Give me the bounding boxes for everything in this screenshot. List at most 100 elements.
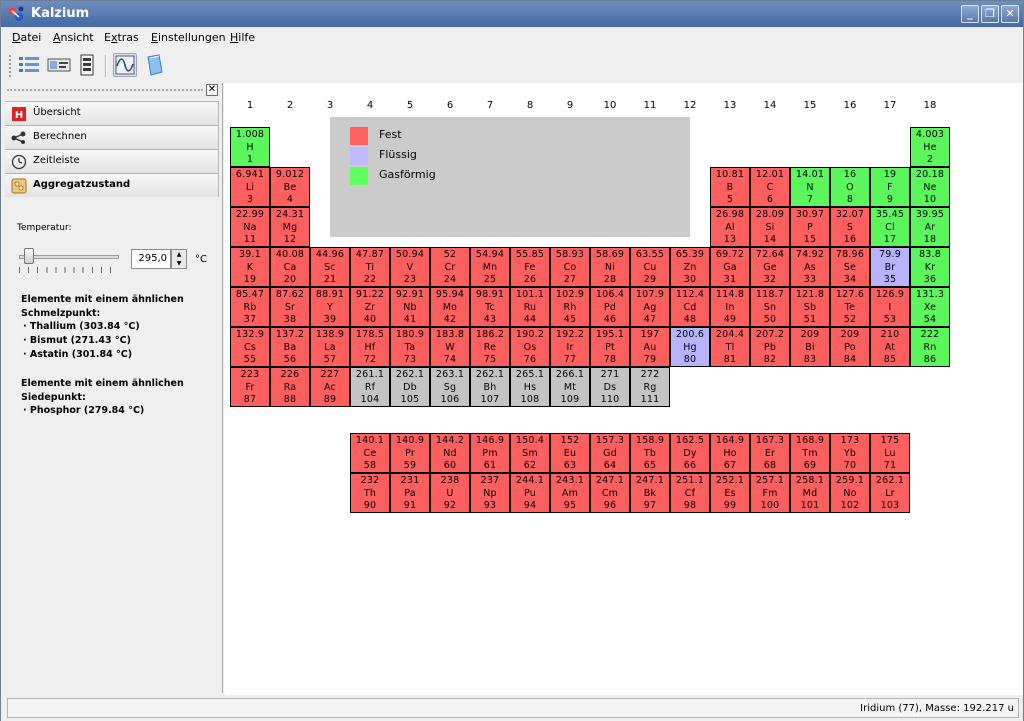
element-cell-kr[interactable]: 83.8 Kr 36 [910,247,950,287]
element-cell-cs[interactable]: 132.9 Cs 55 [230,327,270,367]
sidebar-grip[interactable] [7,89,203,93]
element-cell-y[interactable]: 88.91 Y 39 [310,287,350,327]
element-cell-mt[interactable]: 266.1 Mt 109 [550,367,590,407]
spin-down-icon[interactable]: ▼ [172,259,186,268]
element-cell-eu[interactable]: 152 Eu 63 [550,433,590,473]
element-cell-ga[interactable]: 69.72 Ga 31 [710,247,750,287]
sidebar-tab-overview[interactable]: H Übersicht [5,101,219,125]
menu-extras[interactable]: Extras [104,31,139,44]
menu-ansicht[interactable]: Ansicht [53,31,94,44]
element-cell-ni[interactable]: 58.69 Ni 28 [590,247,630,287]
element-cell-yb[interactable]: 173 Yb 70 [830,433,870,473]
element-cell-ba[interactable]: 137.2 Ba 56 [270,327,310,367]
element-cell-as[interactable]: 74.92 As 33 [790,247,830,287]
element-cell-cr[interactable]: 52 Cr 24 [430,247,470,287]
element-cell-b[interactable]: 10.81 B 5 [710,167,750,207]
element-cell-au[interactable]: 197 Au 79 [630,327,670,367]
element-cell-md[interactable]: 258.1 Md 101 [790,473,830,513]
element-cell-p[interactable]: 30.97 P 15 [790,207,830,247]
element-cell-tc[interactable]: 98.91 Tc 43 [470,287,510,327]
element-cell-pt[interactable]: 195.1 Pt 78 [590,327,630,367]
element-cell-sb[interactable]: 121.8 Sb 51 [790,287,830,327]
element-cell-cl[interactable]: 35.45 Cl 17 [870,207,910,247]
element-cell-er[interactable]: 167.3 Er 68 [750,433,790,473]
element-cell-rb[interactable]: 85.47 Rb 37 [230,287,270,327]
element-cell-ru[interactable]: 101.1 Ru 44 [510,287,550,327]
element-cell-be[interactable]: 9.012 Be 4 [270,167,310,207]
element-cell-pd[interactable]: 106.4 Pd 46 [590,287,630,327]
element-cell-ce[interactable]: 140.1 Ce 58 [350,433,390,473]
toolbar-grip[interactable] [9,55,13,77]
element-cell-te[interactable]: 127.6 Te 52 [830,287,870,327]
sidebar-tab-calculate[interactable]: Berechnen [5,125,219,149]
sidebar-close-icon[interactable]: ✕ [206,84,218,96]
element-cell-rh[interactable]: 102.9 Rh 45 [550,287,590,327]
element-cell-th[interactable]: 232 Th 90 [350,473,390,513]
glossary-icon[interactable] [143,53,167,77]
element-cell-h[interactable]: 1.008 H 1 [230,127,270,167]
element-cell-i[interactable]: 126.9 I 53 [870,287,910,327]
element-cell-la[interactable]: 138.9 La 57 [310,327,350,367]
temperature-input[interactable]: 295,0 [131,249,171,269]
sidebar-tab-state-of-matter[interactable]: Aggregatzustand [5,173,219,197]
temperature-slider-track[interactable] [19,255,119,259]
element-cell-hf[interactable]: 178.5 Hf 72 [350,327,390,367]
element-cell-cm[interactable]: 247.1 Cm 96 [590,473,630,513]
element-cell-u[interactable]: 238 U 92 [430,473,470,513]
element-cell-os[interactable]: 190.2 Os 76 [510,327,550,367]
title-bar[interactable]: Kalzium _ ❐ ✕ [1,1,1023,27]
element-cell-se[interactable]: 78.96 Se 34 [830,247,870,287]
element-cell-es[interactable]: 252.1 Es 99 [710,473,750,513]
element-cell-gd[interactable]: 157.3 Gd 64 [590,433,630,473]
element-cell-ho[interactable]: 164.9 Ho 67 [710,433,750,473]
close-window-button[interactable]: ✕ [1001,5,1019,23]
element-cell-al[interactable]: 26.98 Al 13 [710,207,750,247]
element-cell-o[interactable]: 16 O 8 [830,167,870,207]
element-cell-sm[interactable]: 150.4 Sm 62 [510,433,550,473]
details-panel-icon[interactable] [75,53,99,77]
element-cell-pm[interactable]: 146.9 Pm 61 [470,433,510,473]
element-cell-ag[interactable]: 107.9 Ag 47 [630,287,670,327]
element-cell-pr[interactable]: 140.9 Pr 59 [390,433,430,473]
element-cell-bh[interactable]: 262.1 Bh 107 [470,367,510,407]
element-cell-k[interactable]: 39.1 K 19 [230,247,270,287]
element-cell-hs[interactable]: 265.1 Hs 108 [510,367,550,407]
element-cell-cu[interactable]: 63.55 Cu 29 [630,247,670,287]
element-cell-tb[interactable]: 158.9 Tb 65 [630,433,670,473]
element-cell-sg[interactable]: 263.1 Sg 106 [430,367,470,407]
element-cell-cf[interactable]: 251.1 Cf 98 [670,473,710,513]
element-cell-co[interactable]: 58.93 Co 27 [550,247,590,287]
maximize-button[interactable]: ❐ [981,5,999,23]
minimize-button[interactable]: _ [961,5,979,23]
element-cell-ne[interactable]: 20.18 Ne 10 [910,167,950,207]
sidebar-tab-timeline[interactable]: Zeitleiste [5,149,219,173]
element-cell-s[interactable]: 32.07 S 16 [830,207,870,247]
element-cell-pa[interactable]: 231 Pa 91 [390,473,430,513]
element-cell-hg[interactable]: 200.6 Hg 80 [670,327,710,367]
element-cell-w[interactable]: 183.8 W 74 [430,327,470,367]
element-cell-br[interactable]: 79.9 Br 35 [870,247,910,287]
element-cell-ta[interactable]: 180.9 Ta 73 [390,327,430,367]
menu-einstellungen[interactable]: Einstellungen [151,31,226,44]
element-cell-v[interactable]: 50.94 V 23 [390,247,430,287]
element-cell-lu[interactable]: 175 Lu 71 [870,433,910,473]
element-cell-po[interactable]: 209 Po 84 [830,327,870,367]
card-view-icon[interactable] [47,53,71,77]
element-cell-pu[interactable]: 244.1 Pu 94 [510,473,550,513]
element-cell-re[interactable]: 186.2 Re 75 [470,327,510,367]
temperature-slider-handle[interactable] [24,248,34,264]
element-cell-pb[interactable]: 207.2 Pb 82 [750,327,790,367]
element-cell-fe[interactable]: 55.85 Fe 26 [510,247,550,287]
element-cell-ac[interactable]: 227 Ac 89 [310,367,350,407]
element-cell-fm[interactable]: 257.1 Fm 100 [750,473,790,513]
element-cell-np[interactable]: 237 Np 93 [470,473,510,513]
element-cell-ti[interactable]: 47.87 Ti 22 [350,247,390,287]
menu-hilfe[interactable]: Hilfe [230,31,255,44]
element-cell-zr[interactable]: 91.22 Zr 40 [350,287,390,327]
element-cell-mg[interactable]: 24.31 Mg 12 [270,207,310,247]
list-view-icon[interactable] [17,53,41,77]
element-cell-at[interactable]: 210 At 85 [870,327,910,367]
element-cell-lr[interactable]: 262.1 Lr 103 [870,473,910,513]
element-cell-rg[interactable]: 272 Rg 111 [630,367,670,407]
element-cell-na[interactable]: 22.99 Na 11 [230,207,270,247]
